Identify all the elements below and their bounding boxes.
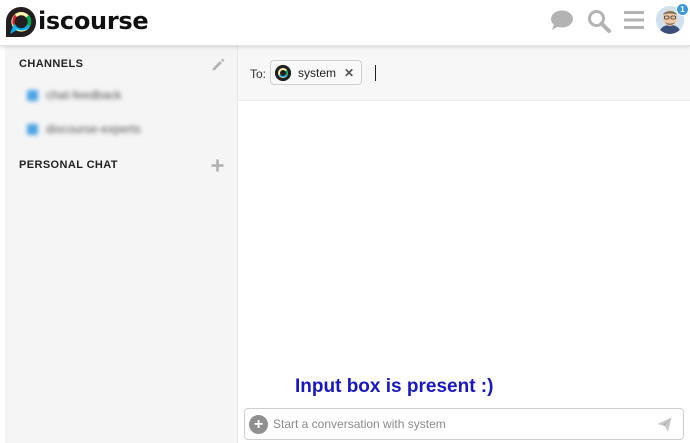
recipient-bar: To: system ✕ xyxy=(238,46,690,101)
upload-plus-icon[interactable]: + xyxy=(249,415,268,434)
hamburger-menu-icon[interactable] xyxy=(624,10,644,35)
channel-hash-icon xyxy=(27,123,38,135)
personal-chat-section-title: PERSONAL CHAT xyxy=(19,159,118,171)
recipient-name: system xyxy=(298,65,337,80)
sidebar-channel-item[interactable]: discourse-experts xyxy=(27,122,141,136)
annotation-text: Input box is present :) xyxy=(295,376,494,397)
channel-label: chat-feedback xyxy=(46,88,122,102)
logo-text: iscourse xyxy=(38,7,149,35)
discourse-logo-icon xyxy=(6,7,36,37)
site-header: iscourse 1 xyxy=(0,0,690,46)
message-input[interactable] xyxy=(273,415,643,433)
to-label: To: xyxy=(250,67,267,81)
discourse-logo[interactable]: iscourse xyxy=(4,4,149,40)
channel-hash-icon xyxy=(27,89,38,101)
send-paper-plane-icon[interactable] xyxy=(657,417,672,437)
notification-badge[interactable]: 1 xyxy=(676,3,689,16)
chat-main-panel: To: system ✕ Input box is present :) + xyxy=(238,46,690,443)
chat-icon[interactable] xyxy=(550,9,574,36)
channel-label: discourse-experts xyxy=(46,122,141,136)
sidebar-channel-item[interactable]: chat-feedback xyxy=(27,88,121,102)
add-personal-chat-plus-icon[interactable] xyxy=(211,159,224,177)
system-avatar-icon xyxy=(275,64,291,81)
search-icon[interactable] xyxy=(587,9,611,38)
remove-recipient-close-icon[interactable]: ✕ xyxy=(344,66,354,80)
channels-section-title: CHANNELS xyxy=(19,58,84,70)
edit-channels-pencil-icon[interactable] xyxy=(211,58,225,77)
recipient-chip[interactable]: system ✕ xyxy=(270,60,362,85)
text-cursor xyxy=(375,65,376,81)
message-composer: + xyxy=(244,408,684,440)
chat-sidebar: CHANNELS chat-feedback discourse-experts… xyxy=(5,46,238,443)
